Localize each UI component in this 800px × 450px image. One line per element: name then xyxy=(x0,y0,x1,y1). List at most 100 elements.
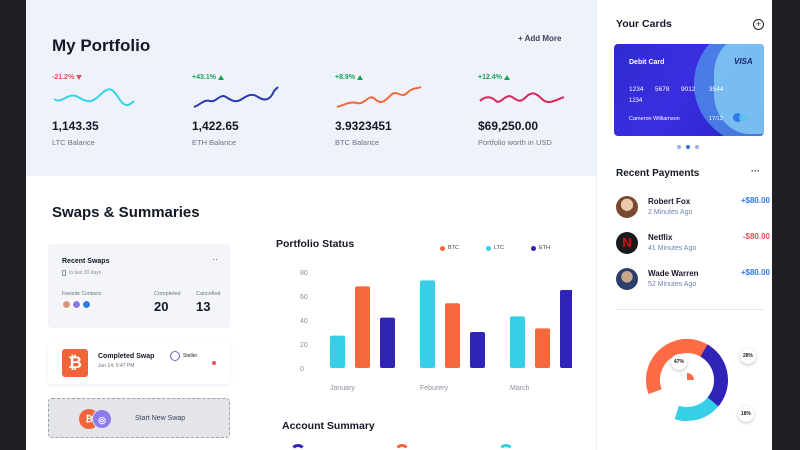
legend-item-eth[interactable]: ETH xyxy=(531,245,550,251)
y-tick-label: 20 xyxy=(300,342,308,349)
btc-dot-icon xyxy=(440,245,445,251)
swaps-title: Swaps & Summaries xyxy=(52,204,200,221)
pager-dot[interactable] xyxy=(677,145,681,149)
your-cards-title: Your Cards xyxy=(616,18,672,30)
stellar-icon: ◎ xyxy=(92,409,112,429)
legend-item-ltc[interactable]: LTC xyxy=(486,245,504,251)
card-number-line2: 1234 xyxy=(629,98,643,104)
payment-time: 2 Minutes Ago xyxy=(648,209,693,216)
coin-value: 3.9323451 xyxy=(335,119,392,133)
payment-row[interactable]: Wade Warren 52 Minutes Ago +$80.00 xyxy=(616,267,770,293)
completed-swap-title: Completed Swap xyxy=(98,353,155,360)
summary-ring-ltc xyxy=(498,444,514,450)
portfolio-status-title: Portfolio Status xyxy=(276,238,355,250)
completed-swap-card[interactable]: ₿ Completed Swap Jun 14, 5:47 PM Steller xyxy=(48,342,230,384)
recent-payments-title: Recent Payments xyxy=(616,168,700,179)
up-arrow-icon xyxy=(357,75,364,80)
coin-label: ETH Balance xyxy=(192,138,237,147)
recent-swaps-card[interactable]: Recent Swaps ·· In last 30 days Favorite… xyxy=(48,244,230,328)
pager-dot-active[interactable] xyxy=(686,145,690,149)
page-title: My Portfolio xyxy=(52,36,151,55)
payment-name: Wade Warren xyxy=(648,269,699,278)
coin-value: 1,422.65 xyxy=(192,119,239,133)
add-more-button[interactable]: + Add More xyxy=(518,34,561,43)
bar-eth-january[interactable] xyxy=(380,317,395,368)
legend-item-btc[interactable]: BTC xyxy=(440,245,459,251)
card-expiry: 17/12 xyxy=(709,116,723,122)
card-chip-icon xyxy=(739,113,748,122)
payments-donut-chart xyxy=(646,339,728,421)
start-new-swap-label: Start New Swap xyxy=(135,415,186,422)
donut-label-ltc: 18% xyxy=(738,406,754,422)
calendar-icon xyxy=(62,270,66,276)
start-new-swap-button[interactable]: ₿ ◎ Start New Swap xyxy=(48,398,230,438)
pager-dot[interactable] xyxy=(695,145,699,149)
y-tick-label: 0 xyxy=(300,366,304,373)
y-tick-label: 60 xyxy=(300,294,308,301)
card-pager xyxy=(677,145,699,149)
change-indicator: -21.2% xyxy=(52,74,172,81)
portfolio-status-chart: 80 60 40 20 0 January Feburery March xyxy=(300,270,572,392)
bar-btc-march[interactable] xyxy=(535,328,550,368)
y-tick-label: 40 xyxy=(300,318,308,325)
avatar[interactable] xyxy=(72,300,81,309)
app-window: My Portfolio + Add More -21.2% 1,143.35 … xyxy=(26,0,772,450)
debit-card[interactable]: Debit Card VISA 1234 5678 9012 3544 1234… xyxy=(614,44,764,136)
stellar-icon xyxy=(170,351,180,361)
x-tick-label: Feburery xyxy=(420,385,449,392)
coin-value: $69,250.00 xyxy=(478,119,539,133)
payment-name: Netflix xyxy=(648,233,673,242)
add-card-icon[interactable]: + xyxy=(753,19,764,30)
coin-ltc[interactable]: -21.2% 1,143.35 LTC Balance xyxy=(52,74,172,147)
bar-btc-feburery[interactable] xyxy=(445,303,460,368)
payment-row[interactable]: Robert Fox 2 Minutes Ago +$80.00 xyxy=(616,195,770,221)
coin-eth[interactable]: +43.1% 1,422.65 ETH Balance xyxy=(192,74,312,147)
network-badge: Steller xyxy=(170,351,197,361)
completed-stat: Completed 20 xyxy=(154,291,181,314)
avatar xyxy=(616,196,638,218)
coin-btc[interactable]: +8.9% 3.9323451 BTC Balance xyxy=(335,74,455,147)
main-content: My Portfolio + Add More -21.2% 1,143.35 … xyxy=(26,0,596,450)
ltc-dot-icon xyxy=(486,245,491,251)
payment-row[interactable]: N Netflix 41 Minutes Ago -$80.00 xyxy=(616,231,770,257)
summary-ring-btc xyxy=(394,444,410,450)
change-indicator: +12.4% xyxy=(478,74,598,81)
coin-value: 1,143.35 xyxy=(52,119,99,133)
payment-name: Robert Fox xyxy=(648,197,691,206)
payment-time: 41 Minutes Ago xyxy=(648,245,697,252)
device-frame-left xyxy=(0,0,26,450)
payment-amount: +$80.00 xyxy=(740,196,770,205)
avatar[interactable] xyxy=(62,300,71,309)
bar-ltc-january[interactable] xyxy=(330,335,345,368)
bar-eth-feburery[interactable] xyxy=(470,332,485,368)
coin-portfolio-usd[interactable]: +12.4% $69,250.00 Portfolio worth in USD xyxy=(478,74,598,147)
sparkline-btc xyxy=(336,86,422,108)
device-frame-right xyxy=(772,0,800,450)
more-icon[interactable]: ·· xyxy=(212,254,218,264)
donut-label-eth: 28% xyxy=(740,348,756,364)
favorites-label: Favorite Contacts xyxy=(62,291,102,297)
payment-amount: +$80.00 xyxy=(740,268,770,277)
payment-amount: -$80.00 xyxy=(742,232,770,241)
avatar[interactable] xyxy=(82,300,91,309)
portfolio-section: My Portfolio + Add More -21.2% 1,143.35 … xyxy=(26,0,596,176)
bar-ltc-march[interactable] xyxy=(510,316,525,368)
divider xyxy=(616,309,764,310)
coin-label: LTC Balance xyxy=(52,138,95,147)
visa-logo: VISA xyxy=(734,57,753,66)
card-number-1: 1234 xyxy=(629,86,644,93)
card-number-3: 9012 xyxy=(681,86,696,93)
coin-label: BTC Balance xyxy=(335,138,380,147)
donut-label-btc: 47% xyxy=(671,354,687,370)
x-tick-label: March xyxy=(510,385,530,392)
coin-label: Portfolio worth in USD xyxy=(478,138,552,147)
card-type: Debit Card xyxy=(629,59,665,66)
bar-btc-january[interactable] xyxy=(355,286,370,368)
payment-time: 52 Minutes Ago xyxy=(648,281,697,288)
more-icon[interactable]: ··· xyxy=(751,166,760,176)
bar-eth-march[interactable] xyxy=(560,290,572,368)
summary-ring-eth xyxy=(290,444,306,450)
up-arrow-icon xyxy=(503,75,510,80)
cancelled-stat: Cancelled 13 xyxy=(196,291,221,314)
bar-ltc-feburery[interactable] xyxy=(420,280,435,368)
